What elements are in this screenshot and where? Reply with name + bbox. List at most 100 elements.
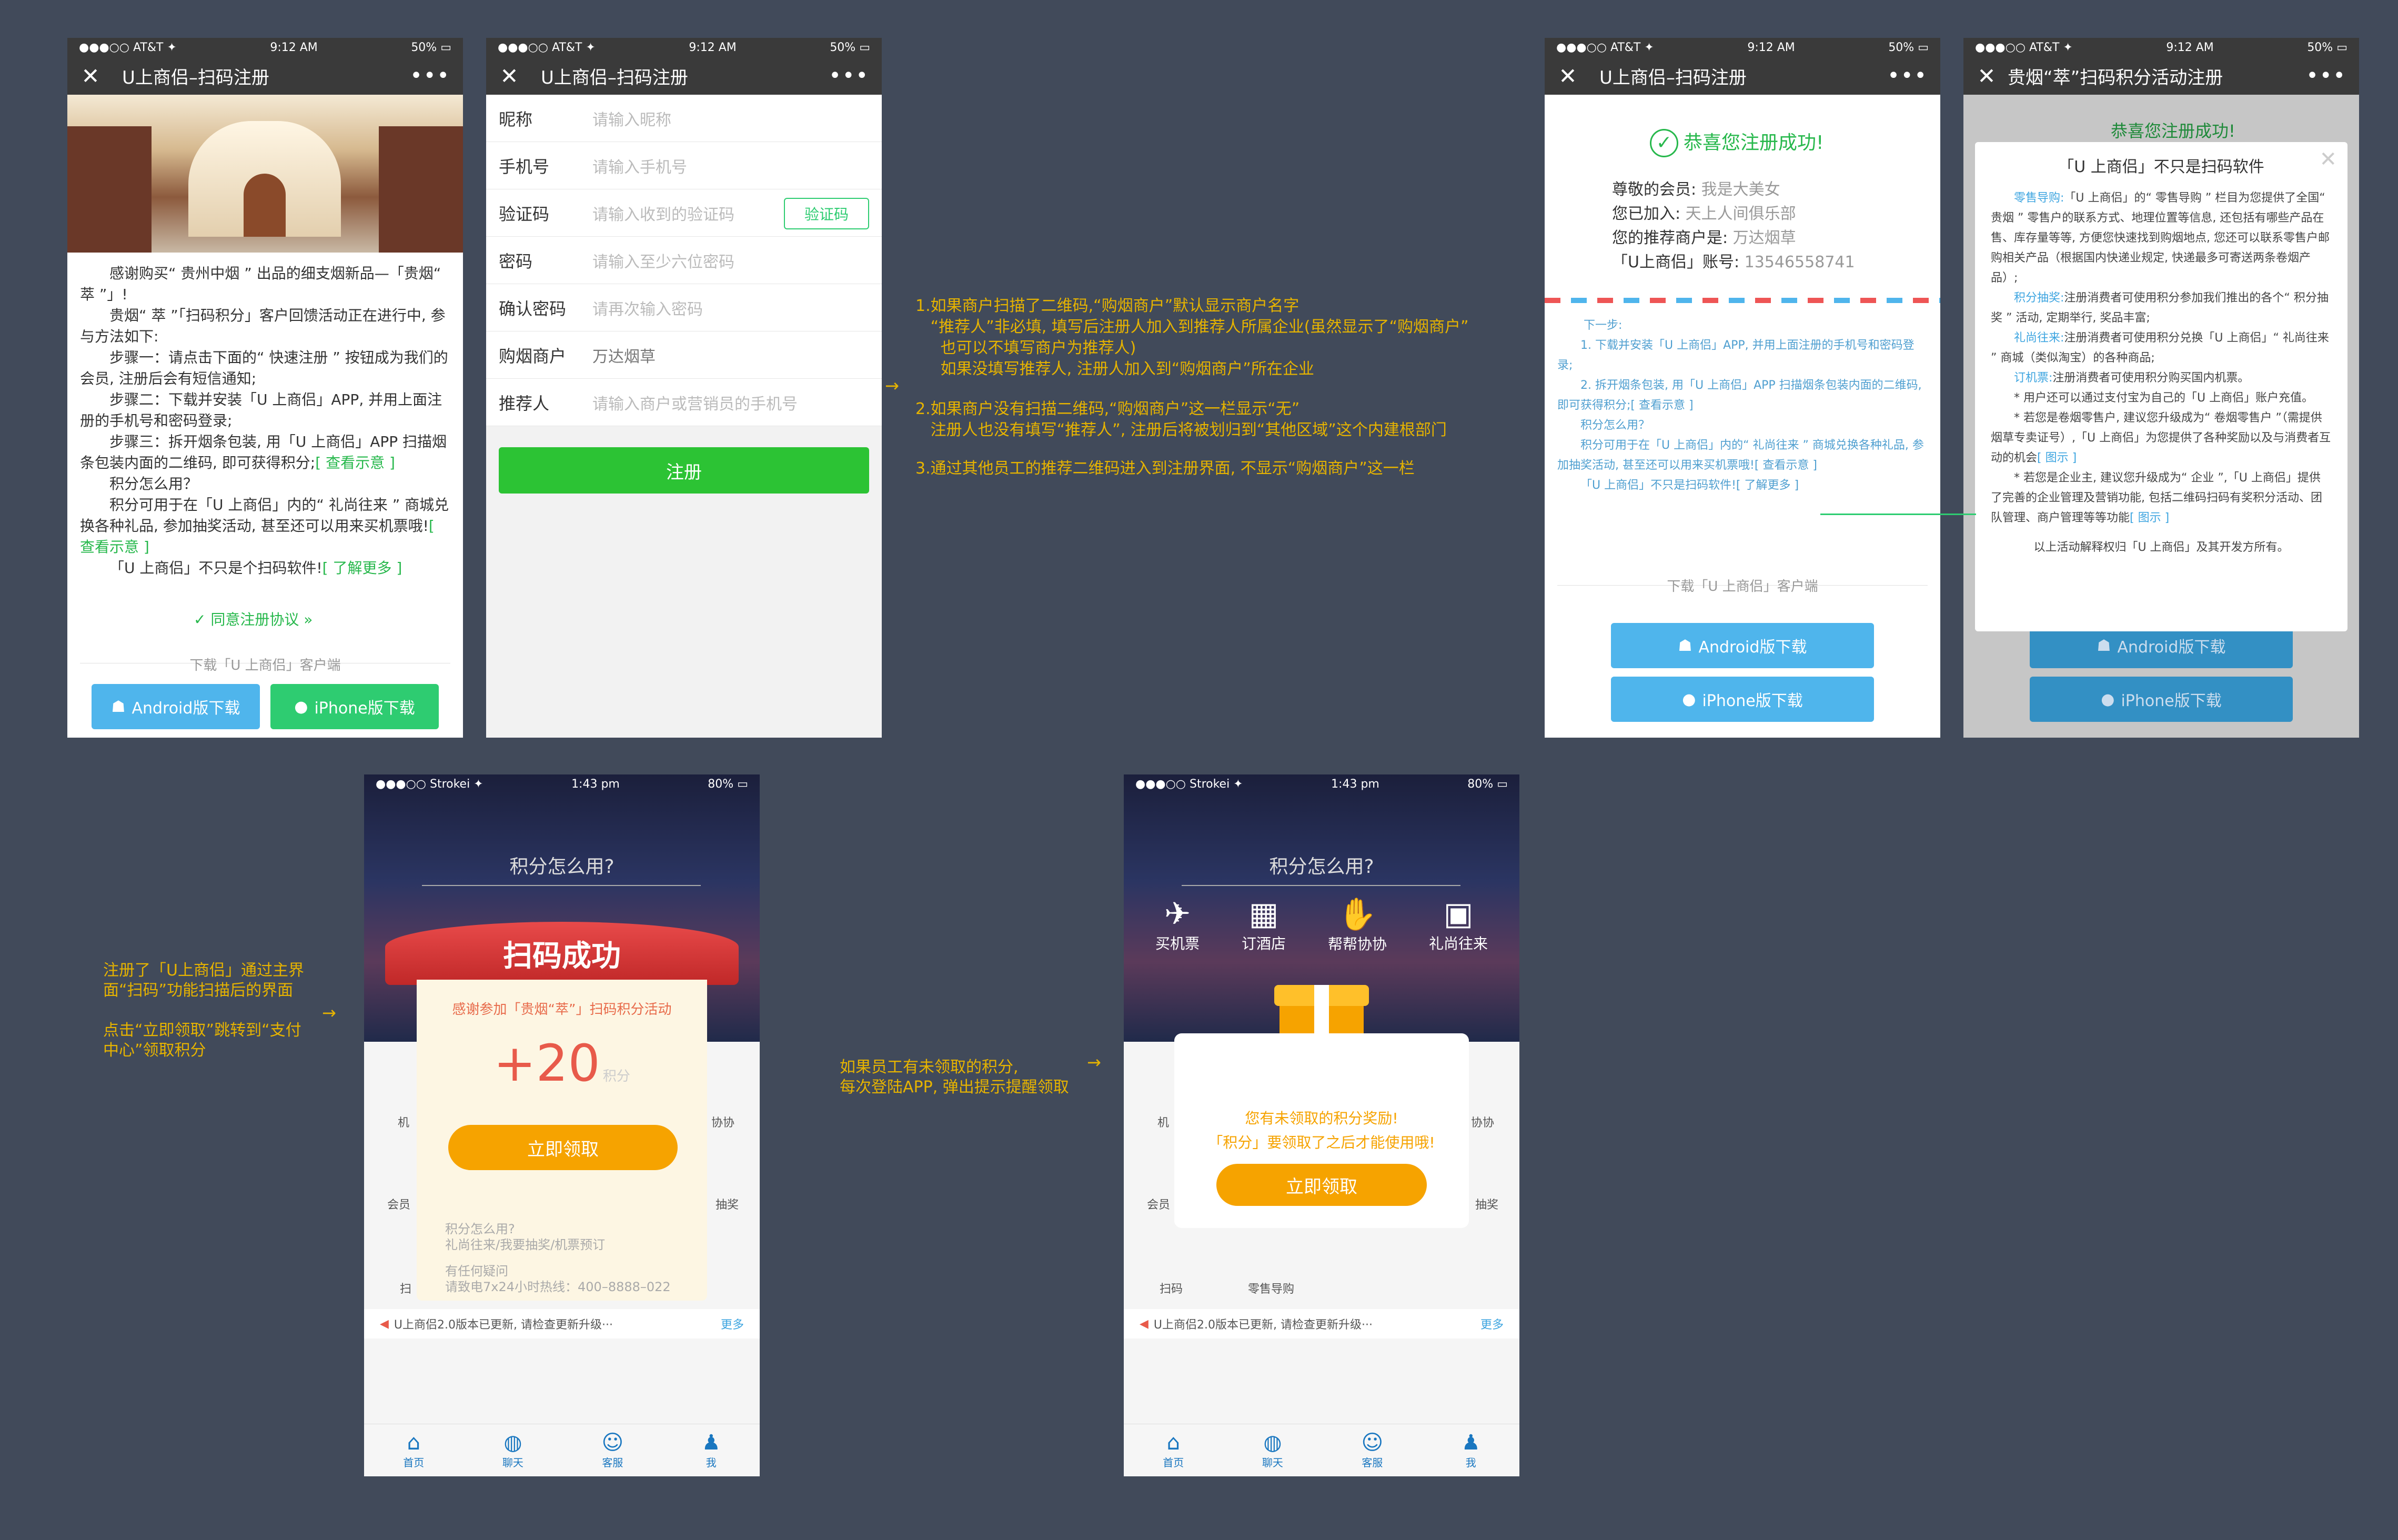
connector-line <box>1820 514 1976 515</box>
tab-service[interactable]: ☺ 客服 <box>602 1431 624 1469</box>
close-icon[interactable]: ✕ <box>1557 63 1578 89</box>
more-icon[interactable]: ••• <box>1887 64 1928 88</box>
icon-gift[interactable]: ▣ 礼尚往来 <box>1429 895 1488 954</box>
intro-para: 感谢购买“ 贵州中烟 ” 出品的细支烟新品—「贵烟“ 萃 ”」! <box>80 265 441 303</box>
airmail-stripe <box>1545 298 1940 303</box>
register-button[interactable]: 注册 <box>499 447 869 494</box>
page-title: U上商侣–扫码注册 <box>1599 67 1747 88</box>
download-label: 下载「U 上商侣」客户端 <box>189 658 341 673</box>
demo-link[interactable]: [ 查看示意 ] <box>1630 399 1693 412</box>
ticker-more[interactable]: 更多 <box>1480 1315 1504 1332</box>
tab-bar: ⌂ 首页 ◍ 聊天 ☺ 客服 ♟ 我 <box>1124 1424 1519 1476</box>
clock: 9:12 AM <box>270 41 318 54</box>
note-1: 1.如果商户扫描了二维码,“购烟商户”默认显示商户名字 “推荐人”非必填, 填写… <box>915 297 1469 378</box>
nickname-row: 昵称 请输入昵称 <box>486 95 882 142</box>
more-icon[interactable]: ••• <box>829 64 869 88</box>
diagram-link[interactable]: [ 图示 ] <box>2037 451 2077 465</box>
news-ticker[interactable]: ◀ U上商侣2.0版本已更新, 请检查更新升级··· 更多 <box>364 1309 760 1338</box>
more-icon[interactable]: ••• <box>410 64 450 88</box>
tab-me[interactable]: ♟ 我 <box>702 1431 721 1469</box>
right-building-shape <box>379 126 463 253</box>
apple-icon: ● <box>294 697 308 716</box>
android-download-button[interactable]: ☗ Android版下载 <box>1611 623 1874 668</box>
ticker-text: U上商侣2.0版本已更新, 请检查更新升级··· <box>394 1318 613 1332</box>
close-icon[interactable]: ✕ <box>1976 63 1997 89</box>
merchant-input[interactable]: 万达烟草 <box>592 344 656 367</box>
user-icon: ♟ <box>1461 1431 1480 1455</box>
icon-flight[interactable]: ✈ 买机票 <box>1155 895 1200 954</box>
tab-service[interactable]: ☺ 客服 <box>1362 1431 1384 1469</box>
carrier: ●●●○○ AT&T ✦ <box>79 41 177 54</box>
ticker-more[interactable]: 更多 <box>721 1315 744 1332</box>
next-step: 「U 上商侣」不只是扫码软件! <box>1580 479 1736 492</box>
referrer-input[interactable]: 请输入商户或营销员的手机号 <box>592 391 798 414</box>
grid-label: 机 <box>1157 1116 1170 1130</box>
grid-label: 扫 <box>400 1283 412 1296</box>
note-4: 注册了「U上商侣」通过主界 面“扫码”功能扫描后的界面 <box>103 961 304 1000</box>
close-icon[interactable]: ✕ <box>499 63 520 89</box>
grid-label: 协协 <box>1471 1116 1495 1130</box>
claim-button[interactable]: 立即领取 <box>448 1125 678 1170</box>
iphone-download-button[interactable]: ● iPhone版下载 <box>2030 677 2293 722</box>
claim-button[interactable]: 立即领取 <box>1216 1164 1427 1206</box>
icon-help[interactable]: ✋ 帮帮协协 <box>1328 895 1387 954</box>
grid-label: 抽奖 <box>716 1199 739 1212</box>
success-text-behind: 恭喜您注册成功! <box>2111 121 2235 141</box>
status-bar: ●●●○○ Strokei ✦ 1:43 pm 80% ▭ <box>1124 774 1519 793</box>
user-icon: ♟ <box>701 1431 721 1455</box>
unclaimed-message: 您有未领取的积分奖励! <box>1245 1110 1398 1127</box>
grid-label: 协协 <box>711 1116 735 1130</box>
clock: 9:12 AM <box>2166 41 2214 54</box>
home-icon: ⌂ <box>1166 1431 1180 1455</box>
icon-hotel[interactable]: ▦ 订酒店 <box>1242 895 1286 954</box>
tab-home[interactable]: ⌂ 首页 <box>1163 1431 1184 1469</box>
android-download-button[interactable]: ☗ Android版下载 <box>92 684 260 729</box>
tab-me[interactable]: ♟ 我 <box>1462 1431 1480 1469</box>
grid-label: 零售导购 <box>1248 1283 1295 1296</box>
tab-label: 我 <box>706 1456 717 1469</box>
usage-heading: 积分怎么用? <box>1269 856 1374 878</box>
more-link[interactable]: [ 了解更多 ] <box>323 559 402 577</box>
android-icon: ☗ <box>1678 636 1692 655</box>
phone-more-info-modal: ●●●○○ AT&T ✦ 9:12 AM 50% ▭ ✕ 贵烟“萃”扫码积分活动… <box>1963 38 2359 738</box>
modal-close-icon[interactable]: ✕ <box>2319 147 2337 172</box>
code-input[interactable]: 请输入收到的验证码 <box>592 202 734 225</box>
battery: 50% ▭ <box>411 41 451 54</box>
more-link[interactable]: [ 了解更多 ] <box>1736 479 1799 492</box>
iphone-label: iPhone版下载 <box>1702 692 1803 710</box>
member-name: 我是大美女 <box>1701 180 1780 199</box>
tab-chat[interactable]: ◍ 聊天 <box>1262 1431 1283 1469</box>
tab-label: 客服 <box>1362 1456 1383 1469</box>
demo-link[interactable]: [ 查看示意 ] <box>315 454 395 471</box>
news-ticker[interactable]: ◀ U上商侣2.0版本已更新, 请检查更新升级··· 更多 <box>1124 1309 1519 1338</box>
carrier: ●●●○○ AT&T ✦ <box>498 41 596 54</box>
more-icon[interactable]: ••• <box>2306 64 2346 88</box>
battery: 80% ▭ <box>708 777 748 791</box>
info-key: 您的推荐商户是: <box>1612 229 1728 247</box>
status-bar: ●●●○○ AT&T ✦ 9:12 AM 50% ▭ <box>486 38 882 57</box>
intro-para: 步骤二：下载并安装「U 上商侣」APP, 并用上面注册的手机号和密码登录; <box>80 391 442 429</box>
iphone-download-button[interactable]: ● iPhone版下载 <box>1611 677 1874 722</box>
diagram-link[interactable]: [ 图示 ] <box>2130 511 2169 525</box>
verify-code-button[interactable]: 验证码 <box>784 198 869 229</box>
phone-input[interactable]: 请输入手机号 <box>592 154 687 177</box>
tab-home[interactable]: ⌂ 首页 <box>403 1431 424 1469</box>
tab-label: 客服 <box>602 1456 623 1469</box>
android-label: Android版下载 <box>132 699 240 718</box>
carrier: ●●●○○ AT&T ✦ <box>1556 41 1654 54</box>
password-input[interactable]: 请输入至少六位密码 <box>592 249 734 272</box>
unclaimed-modal: 您有未领取的积分奖励! 「积分」要领取了之后才能使用哦! 立即领取 <box>1174 1033 1469 1228</box>
phone-scan-success: ●●●○○ Strokei ✦ 1:43 pm 80% ▭ 积分怎么用? 扫码成… <box>364 774 760 1476</box>
iphone-download-button[interactable]: ● iPhone版下载 <box>270 684 439 729</box>
confirm-input[interactable]: 请再次输入密码 <box>592 296 703 319</box>
door-shape <box>244 174 286 237</box>
thanks-text: 感谢参加「贵烟“萃”」扫码积分活动 <box>452 1002 672 1018</box>
close-icon[interactable]: ✕ <box>80 63 101 89</box>
intro-para: 步骤一：请点击下面的“ 快速注册 ” 按钮成为我们的会员, 注册后会有短信通知; <box>80 349 448 387</box>
tab-chat[interactable]: ◍ 聊天 <box>502 1431 523 1469</box>
agree-link[interactable]: ✓ 同意注册协议 » <box>194 608 313 629</box>
points-unit: 积分 <box>602 1069 630 1084</box>
nickname-input[interactable]: 请输入昵称 <box>592 107 671 130</box>
apple-icon: ● <box>1682 690 1696 709</box>
demo-link[interactable]: [ 查看示意 ] <box>1755 459 1817 472</box>
